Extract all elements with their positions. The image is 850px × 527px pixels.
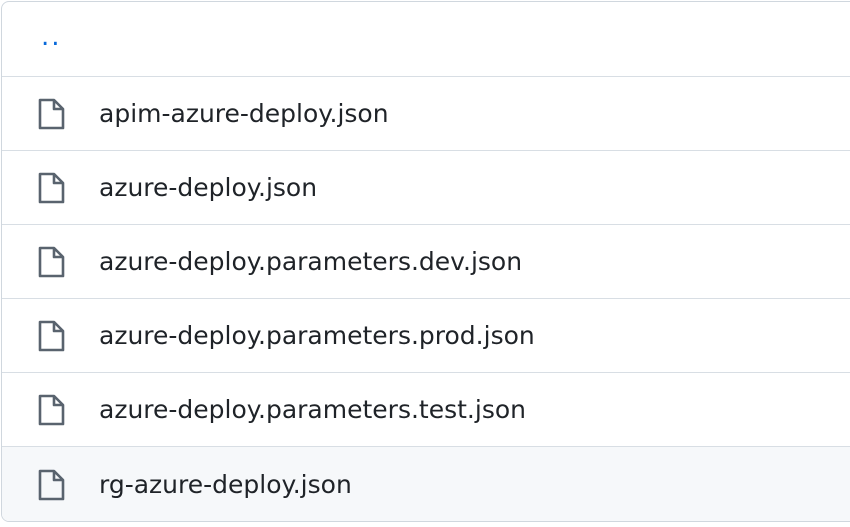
parent-directory-link[interactable]: .. <box>41 24 62 50</box>
file-row[interactable]: azure-deploy.parameters.prod.json <box>2 298 850 372</box>
file-row[interactable]: azure-deploy.parameters.test.json <box>2 372 850 446</box>
file-row[interactable]: azure-deploy.parameters.dev.json <box>2 224 850 298</box>
file-icon <box>36 393 66 427</box>
file-name-link[interactable]: azure-deploy.json <box>99 172 317 201</box>
file-name-link[interactable]: azure-deploy.parameters.prod.json <box>99 320 535 349</box>
parent-directory-row[interactable]: .. <box>2 2 850 76</box>
file-icon <box>36 171 66 205</box>
file-icon <box>36 468 66 502</box>
file-name-link[interactable]: azure-deploy.parameters.test.json <box>99 394 526 423</box>
file-name-link[interactable]: apim-azure-deploy.json <box>99 98 389 127</box>
file-icon <box>36 97 66 131</box>
file-row[interactable]: azure-deploy.json <box>2 150 850 224</box>
file-row[interactable]: apim-azure-deploy.json <box>2 76 850 150</box>
file-name-link[interactable]: azure-deploy.parameters.dev.json <box>99 246 522 275</box>
file-row[interactable]: rg-azure-deploy.json <box>2 446 850 521</box>
file-icon <box>36 319 66 353</box>
file-list: .. apim-azure-deploy.json azure-deploy.j… <box>1 1 850 522</box>
file-icon <box>36 245 66 279</box>
file-name-link[interactable]: rg-azure-deploy.json <box>99 469 352 498</box>
